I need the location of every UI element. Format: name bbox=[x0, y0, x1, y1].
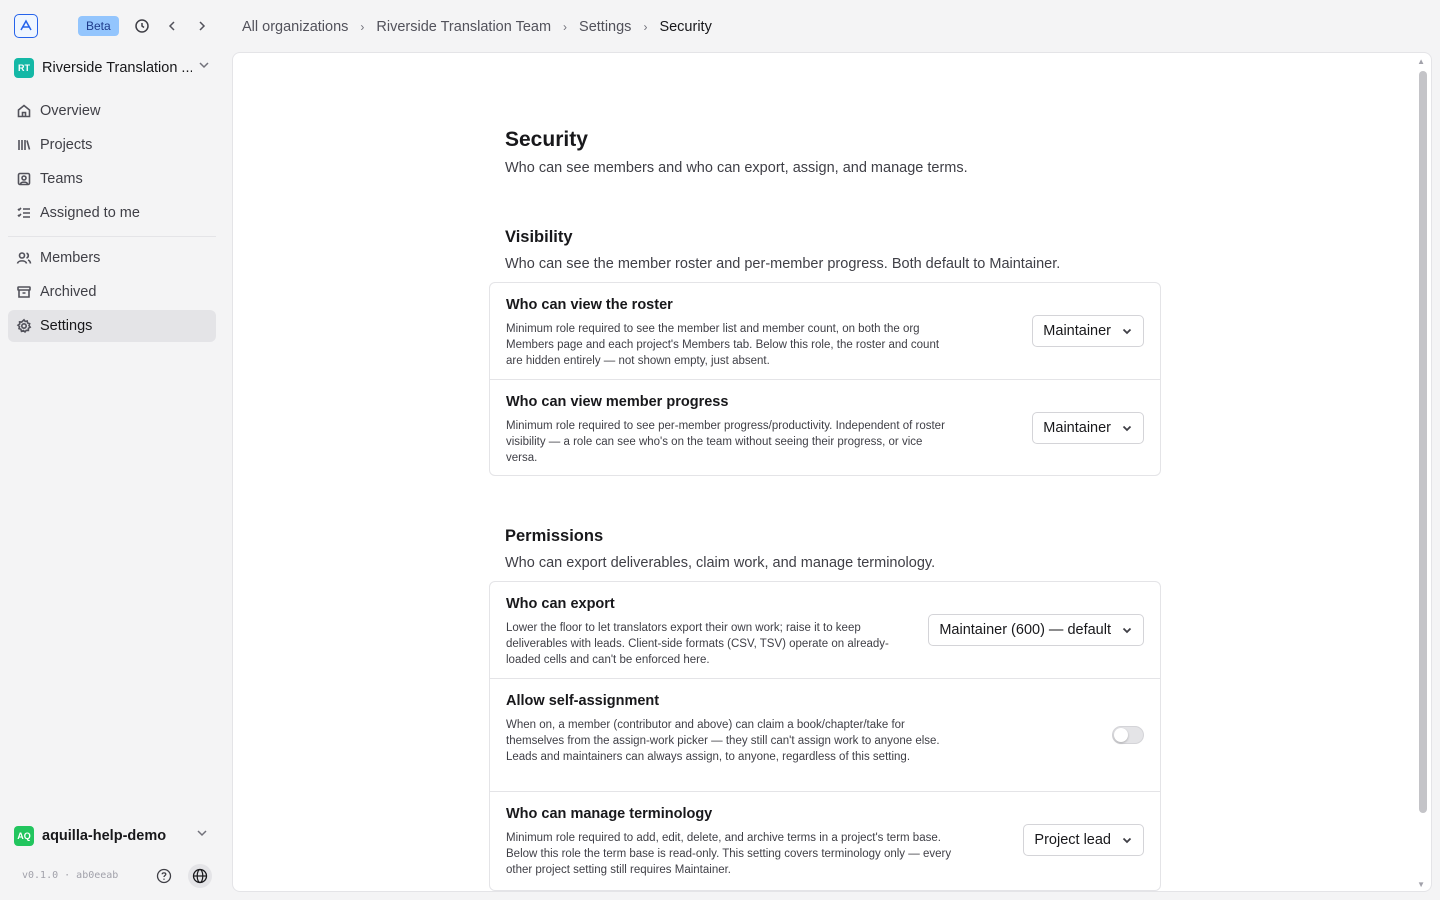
chevron-down-icon bbox=[1121, 624, 1133, 636]
sidebar-item-teams[interactable]: Teams bbox=[8, 163, 216, 195]
sidebar-item-overview[interactable]: Overview bbox=[8, 95, 216, 127]
setting-row-view-progress: Who can view member progress Minimum rol… bbox=[490, 380, 1160, 476]
permissions-card: Who can export Lower the floor to let tr… bbox=[489, 581, 1161, 891]
sidebar-item-label: Settings bbox=[40, 318, 93, 334]
breadcrumb-item[interactable]: All organizations bbox=[242, 19, 348, 35]
sidebar-item-label: Projects bbox=[40, 137, 93, 153]
sidebar-item-settings[interactable]: Settings bbox=[8, 310, 216, 342]
org-name: Riverside Translation ... bbox=[42, 60, 192, 76]
scrollbar-thumb[interactable] bbox=[1419, 71, 1427, 813]
breadcrumb-item[interactable]: Riverside Translation Team bbox=[376, 19, 551, 35]
globe-icon[interactable] bbox=[188, 864, 212, 888]
setting-row-terminology: Who can manage terminology Minimum role … bbox=[490, 792, 1160, 891]
breadcrumb-current: Security bbox=[659, 19, 712, 35]
roster-role-select[interactable]: Maintainer bbox=[1032, 315, 1144, 347]
app-topbar bbox=[14, 14, 38, 38]
setting-title: Allow self-assignment bbox=[506, 693, 660, 709]
breadcrumb-separator: › bbox=[563, 20, 568, 34]
progress-role-select[interactable]: Maintainer bbox=[1032, 412, 1144, 444]
setting-title: Who can export bbox=[506, 596, 615, 612]
org-avatar: RT bbox=[14, 58, 34, 78]
chevron-down-icon bbox=[1121, 325, 1133, 337]
visibility-card: Who can view the roster Minimum role req… bbox=[489, 282, 1161, 476]
list-checks-icon bbox=[17, 207, 30, 218]
version-label: v0.1.0 · ab0eeab bbox=[22, 870, 119, 881]
help-icon[interactable] bbox=[154, 866, 174, 886]
select-value: Project lead bbox=[1034, 832, 1111, 848]
setting-description: Minimum role required to see per-member … bbox=[506, 420, 945, 464]
chevron-down-icon bbox=[198, 58, 210, 74]
sidebar-item-archived[interactable]: Archived bbox=[8, 276, 216, 308]
library-icon bbox=[18, 140, 31, 150]
page-subtitle: Who can see members and who can export, … bbox=[505, 160, 968, 176]
select-value: Maintainer bbox=[1043, 323, 1111, 339]
setting-description: When on, a member (contributor and above… bbox=[506, 719, 940, 763]
breadcrumb-separator: › bbox=[643, 20, 648, 34]
sidebar: Beta RT Riverside Translation ... Overvi… bbox=[0, 0, 224, 900]
breadcrumb: All organizations › Riverside Translatio… bbox=[242, 17, 712, 37]
scroll-up-arrow[interactable]: ▲ bbox=[1417, 57, 1425, 66]
user-avatar: AQ bbox=[14, 826, 34, 846]
sidebar-nav-primary: Overview Projects Teams Assigned to me bbox=[8, 95, 216, 231]
archive-icon bbox=[17, 286, 31, 298]
main-panel: ▲ ▼ Security Who can see members and who… bbox=[232, 52, 1432, 892]
user-switcher[interactable]: AQ aquilla-help-demo bbox=[14, 826, 214, 846]
export-role-select[interactable]: Maintainer (600) — default bbox=[928, 614, 1144, 646]
page-title: Security bbox=[505, 128, 588, 151]
scroll-down-arrow[interactable]: ▼ bbox=[1417, 880, 1425, 889]
sidebar-item-assigned-to-me[interactable]: Assigned to me bbox=[8, 197, 216, 229]
setting-row-self-assignment: Allow self-assignment When on, a member … bbox=[490, 679, 1160, 792]
gear-icon bbox=[16, 318, 32, 334]
breadcrumb-separator: › bbox=[360, 20, 365, 34]
forward-chevron-icon[interactable] bbox=[192, 16, 212, 36]
sidebar-item-label: Archived bbox=[40, 284, 97, 300]
sidebar-divider bbox=[8, 236, 216, 237]
users-icon bbox=[16, 252, 32, 264]
org-switcher[interactable]: RT Riverside Translation ... bbox=[14, 58, 214, 78]
sidebar-item-label: Teams bbox=[40, 171, 83, 187]
select-value: Maintainer (600) — default bbox=[939, 622, 1111, 638]
sidebar-item-label: Assigned to me bbox=[40, 205, 140, 221]
setting-title: Who can view the roster bbox=[506, 297, 673, 313]
self-assignment-toggle[interactable] bbox=[1112, 726, 1144, 744]
select-value: Maintainer bbox=[1043, 420, 1111, 436]
sidebar-nav-secondary: Members Archived Settings bbox=[8, 242, 216, 344]
chevron-down-icon bbox=[1121, 422, 1133, 434]
chevron-down-icon bbox=[1121, 834, 1133, 846]
permissions-section-subtitle: Who can export deliverables, claim work,… bbox=[505, 555, 936, 571]
sidebar-item-label: Overview bbox=[40, 103, 101, 119]
back-chevron-icon[interactable] bbox=[162, 16, 182, 36]
history-icon[interactable] bbox=[132, 16, 152, 36]
setting-title: Who can manage terminology bbox=[506, 806, 713, 822]
setting-row-export: Who can export Lower the floor to let tr… bbox=[490, 582, 1160, 679]
sidebar-item-projects[interactable]: Projects bbox=[8, 129, 216, 161]
beta-badge: Beta bbox=[78, 16, 119, 36]
terminology-role-select[interactable]: Project lead bbox=[1023, 824, 1144, 856]
visibility-section-title: Visibility bbox=[505, 228, 573, 246]
app-logo-icon[interactable] bbox=[14, 14, 38, 38]
sidebar-item-members[interactable]: Members bbox=[8, 242, 216, 274]
sidebar-item-label: Members bbox=[40, 250, 101, 266]
home-icon bbox=[17, 104, 31, 118]
toggle-knob bbox=[1114, 728, 1128, 742]
setting-description: Minimum role required to see the member … bbox=[506, 323, 940, 367]
visibility-section-subtitle: Who can see the member roster and per-me… bbox=[505, 256, 1061, 272]
contact-icon bbox=[17, 172, 31, 186]
user-name: aquilla-help-demo bbox=[42, 828, 167, 844]
setting-title: Who can view member progress bbox=[506, 394, 729, 410]
permissions-section-title: Permissions bbox=[505, 527, 604, 545]
setting-description: Minimum role required to add, edit, dele… bbox=[506, 832, 952, 876]
breadcrumb-item[interactable]: Settings bbox=[579, 19, 631, 35]
setting-description: Lower the floor to let translators expor… bbox=[506, 622, 889, 666]
chevron-down-icon bbox=[196, 826, 208, 842]
setting-row-view-roster: Who can view the roster Minimum role req… bbox=[490, 283, 1160, 380]
